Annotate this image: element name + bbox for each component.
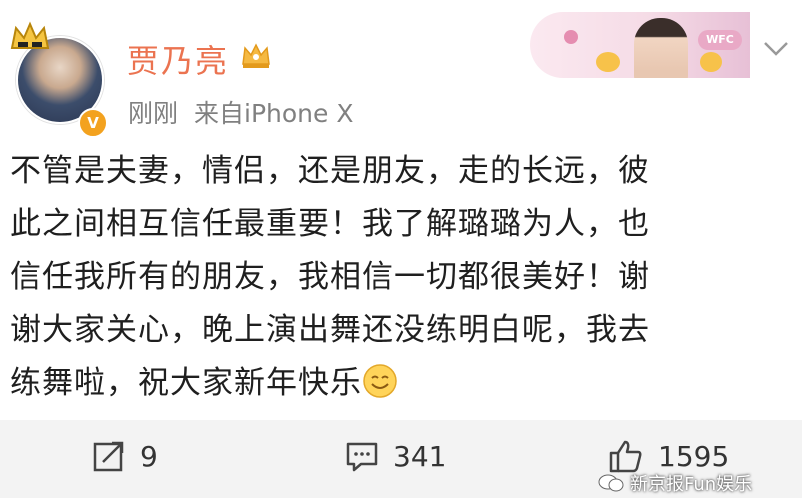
post-time: 刚刚 — [128, 99, 179, 128]
repost-count: 9 — [140, 439, 158, 473]
thumbs-up-icon — [609, 440, 642, 473]
pink-dot-decoration — [564, 30, 578, 44]
avatar[interactable]: V — [8, 18, 108, 138]
comment-button[interactable]: 341 — [345, 436, 446, 476]
wfc-badge: WFC — [698, 30, 742, 50]
yellow-chick-decoration — [700, 52, 722, 72]
watermark-text: 新京报Fun娱乐 — [630, 474, 753, 495]
content-line: 谢大家关心，晚上演出舞还没练明白呢，我去 — [10, 312, 650, 348]
smile-emoji-icon — [363, 364, 397, 398]
wechat-icon — [598, 474, 624, 492]
post-meta: 刚刚 来自iPhone X — [128, 94, 353, 130]
chevron-down-icon[interactable] — [763, 40, 789, 58]
weibo-post-card: V 贾乃亮 刚刚 来自iPhone X WFC 不管是夫妻，情侣，还是朋友，走的长… — [0, 0, 802, 420]
yellow-chick-decoration — [596, 52, 620, 72]
content-line-last: 练舞啦，祝大家新年快乐 — [10, 357, 790, 410]
comment-count: 341 — [393, 439, 447, 473]
card-decoration-banner[interactable]: WFC — [530, 12, 750, 78]
verified-badge-icon: V — [78, 108, 108, 138]
post-source[interactable]: 来自iPhone X — [194, 99, 353, 128]
comment-icon — [346, 442, 378, 472]
repost-button[interactable]: 9 — [92, 436, 158, 476]
username[interactable]: 贾乃亮 — [127, 36, 229, 82]
post-content: 不管是夫妻，情侣，还是朋友，走的长远，彼 此之间相互信任最重要！我了解璐璐为人，… — [10, 145, 790, 410]
like-count: 1595 — [658, 439, 730, 473]
repost-icon — [93, 441, 124, 472]
watermark: 新京报Fun娱乐 — [598, 470, 752, 496]
crown-sticker-icon — [10, 21, 50, 49]
content-line: 此之间相互信任最重要！我了解璐璐为人，也 — [10, 206, 650, 242]
content-line: 信任我所有的朋友，我相信一切都很美好！谢 — [10, 259, 650, 295]
content-line: 练舞啦，祝大家新年快乐 — [10, 365, 362, 401]
portrait-decoration — [634, 18, 688, 78]
vip-crown-icon[interactable] — [240, 42, 272, 70]
content-line: 不管是夫妻，情侣，还是朋友，走的长远，彼 — [10, 153, 650, 189]
